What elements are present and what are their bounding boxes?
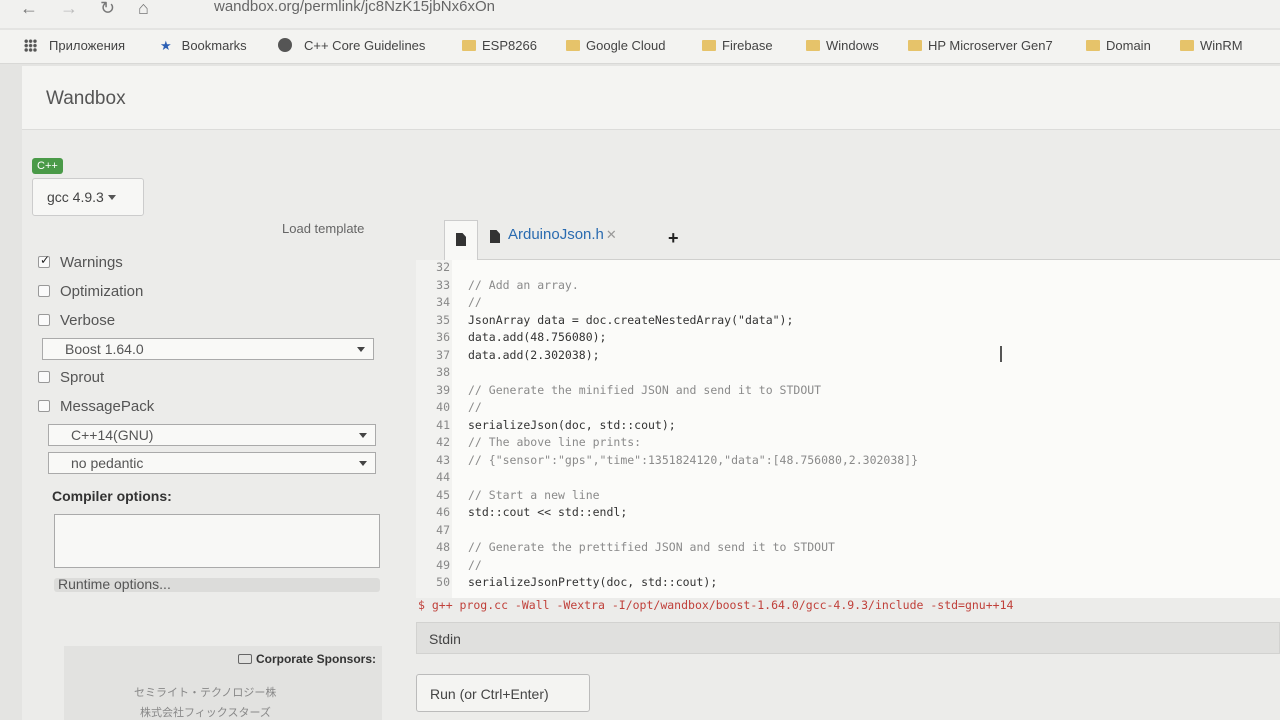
compile-command: $ g++ prog.cc -Wall -Wextra -I/opt/wandb… [418,598,1014,612]
editor-tabbar: ArduinoJson.h ✕ + [444,216,1280,260]
code-line: 37 data.add(2.302038); [436,347,600,362]
compiler-dropdown[interactable]: gcc 4.9.3 [32,178,144,216]
address-bar[interactable]: wandbox.org/permlink/jc8NzK15jbNx6xOn [214,0,495,15]
code-line: 39// Generate the minified JSON and send… [436,382,822,397]
pedantic-select[interactable]: no pedantic [48,452,376,474]
code-line: 49// [436,557,482,572]
code-line: 43// {"sensor":"gps","time":1351824120,"… [436,452,919,467]
folder-icon [702,40,716,51]
folder-icon [908,40,922,51]
folder-icon [1086,40,1100,51]
folder-icon [1180,40,1194,51]
apps-grid-icon [24,39,37,52]
select-arrow-icon [359,461,367,466]
text-cursor-icon [1000,346,1002,362]
optimization-checkbox[interactable] [38,285,50,297]
corporate-sponsors: Corporate Sponsors: セミライト・テクノロジー株 株式会社フィ… [64,646,382,720]
file-icon [456,233,466,246]
optimization-option[interactable]: Optimization [38,283,143,303]
bookmark-winrm[interactable]: WinRM [1180,38,1243,53]
sprout-checkbox[interactable] [38,371,50,383]
globe-icon [278,38,292,52]
site-brand[interactable]: Wandbox [46,88,126,110]
code-line: 32 [436,260,450,274]
sponsors-title: Corporate Sponsors: [237,652,376,666]
code-line: 47 [436,522,450,537]
sprout-option[interactable]: Sprout [38,369,104,389]
code-line: 46 std::cout << std::endl; [436,505,628,519]
forward-arrow-icon[interactable]: → [60,0,78,20]
browser-toolbar: ← → ↻ ⌂ wandbox.org/permlink/jc8NzK15jbN… [0,0,1280,28]
code-line: 33// Add an array. [436,277,579,292]
select-arrow-icon [359,433,367,438]
code-line: 34// [436,295,482,309]
code-editor[interactable]: 32 33// Add an array. 34// 35 JsonArray d… [416,260,1280,598]
runtime-options-toggle[interactable]: Runtime options... [54,577,380,592]
messagepack-checkbox[interactable] [38,400,50,412]
code-line: 50 serializeJsonPretty(doc, std::cout); [436,575,718,589]
code-line: 35 JsonArray data = doc.createNestedArray… [436,312,794,327]
code-line: 36 data.add(48.756080); [436,330,607,344]
folder-icon [806,40,820,51]
bookmark-google-cloud[interactable]: Google Cloud [566,38,666,53]
home-icon[interactable]: ⌂ [138,0,149,20]
bookmark-esp8266[interactable]: ESP8266 [462,38,537,53]
bookmark-apps[interactable]: Приложения [24,38,125,53]
boost-select[interactable]: Boost 1.64.0 [42,338,374,360]
bookmark-domain[interactable]: Domain [1086,38,1151,53]
add-tab-icon[interactable]: + [668,228,679,249]
sponsor-link[interactable]: 株式会社フィックスターズ [140,704,271,720]
warnings-checkbox[interactable] [38,253,50,268]
compiler-options-input[interactable] [54,514,380,568]
sponsor-link[interactable]: セミライト・テクノロジー株 [134,684,276,700]
sponsors-icon [237,654,252,664]
caret-down-icon [107,195,116,200]
close-icon[interactable]: ✕ [606,227,617,242]
select-arrow-icon [357,347,365,352]
std-select[interactable]: C++14(GNU) [48,424,376,446]
code-line: 40// [436,400,482,414]
messagepack-option[interactable]: MessagePack [38,398,154,418]
bookmark-firebase[interactable]: Firebase [702,38,773,53]
code-line: 45// Start a new line [436,487,600,502]
code-line: 38 [436,365,450,379]
site-header: Wandbox [22,66,1280,130]
file-icon [490,230,500,243]
bookmark-windows[interactable]: Windows [806,38,879,53]
new-file-tab[interactable] [444,220,478,260]
load-template-link[interactable]: Load template [282,221,364,236]
back-arrow-icon[interactable]: ← [20,0,38,20]
code-line: 41 serializeJson(doc, std::cout); [436,417,676,432]
folder-icon [566,40,580,51]
verbose-checkbox[interactable] [38,314,50,326]
compiler-options-label: Compiler options: [52,488,172,504]
bookmark-bookmarks[interactable]: ★ Bookmarks [160,38,247,54]
bookmark-cpp-guidelines[interactable]: C++ Core Guidelines [278,38,425,53]
warnings-option[interactable]: Warnings [38,253,123,274]
star-icon: ★ [160,38,172,53]
bookmark-hp-microserver[interactable]: HP Microserver Gen7 [908,38,1053,53]
code-line: 42// The above line prints: [436,435,642,449]
bookmarks-bar: Приложения ★ Bookmarks C++ Core Guideline… [0,30,1280,64]
tab-arduinojson[interactable]: ArduinoJson.h ✕ [490,226,617,254]
code-line: 48// Generate the prettified JSON and se… [436,540,835,554]
wandbox-page: Wandbox C++ gcc 4.9.3 Load template Warn… [22,66,1280,720]
language-badge: C++ [32,158,63,174]
stdin-toggle[interactable]: Stdin [416,622,1280,654]
folder-icon [462,40,476,51]
code-line: 44 [436,470,450,484]
reload-icon[interactable]: ↻ [100,0,115,20]
verbose-option[interactable]: Verbose [38,312,115,332]
run-button[interactable]: Run (or Ctrl+Enter) [416,674,590,712]
